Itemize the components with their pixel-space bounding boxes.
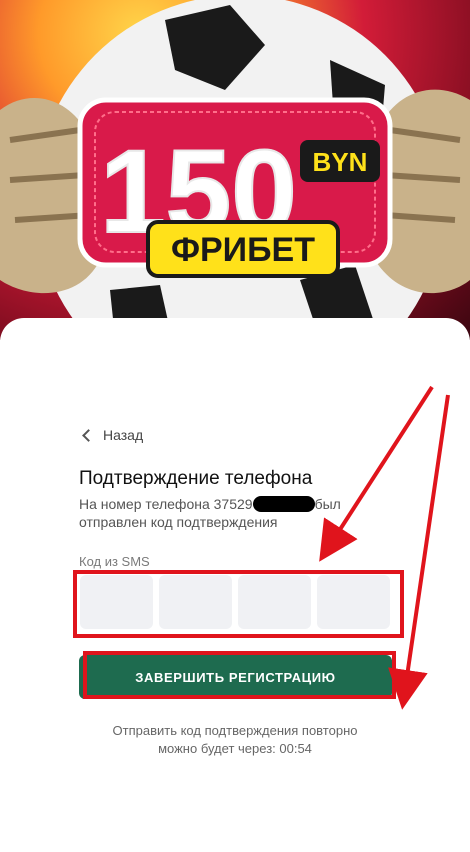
resend-line1: Отправить код подтверждения повторно (112, 723, 358, 738)
chevron-left-icon (82, 428, 95, 442)
banner-label: ФРИБЕТ (171, 231, 315, 269)
back-button[interactable]: Назад (80, 424, 143, 446)
page-title: Подтверждение телефона (79, 468, 313, 489)
verification-description: На номер телефона 37529 был отправлен код… (79, 495, 379, 531)
code-digit-4[interactable] (317, 575, 390, 629)
banner-currency: BYN (313, 147, 368, 177)
complete-registration-button[interactable]: ЗАВЕРШИТЬ РЕГИСТРАЦИЮ (79, 655, 392, 699)
code-digit-3[interactable] (238, 575, 311, 629)
code-digit-2[interactable] (159, 575, 232, 629)
promo-banner: 150 BYN ФРИБЕТ (0, 0, 470, 340)
promo-illustration: 150 BYN ФРИБЕТ (0, 0, 470, 340)
code-digit-1[interactable] (80, 575, 153, 629)
resend-timer-text: Отправить код подтверждения повторно мож… (60, 722, 410, 758)
phone-prefix-text: На номер телефона 37529 (79, 496, 253, 512)
resend-line2: можно будет через: 00:54 (158, 741, 312, 756)
verification-card (0, 318, 470, 852)
sms-code-label: Код из SMS (79, 554, 150, 569)
description-suffix: был (314, 496, 341, 512)
description-line2: отправлен код подтверждения (79, 514, 278, 530)
masked-phone-number (252, 496, 315, 512)
back-label: Назад (103, 427, 144, 443)
